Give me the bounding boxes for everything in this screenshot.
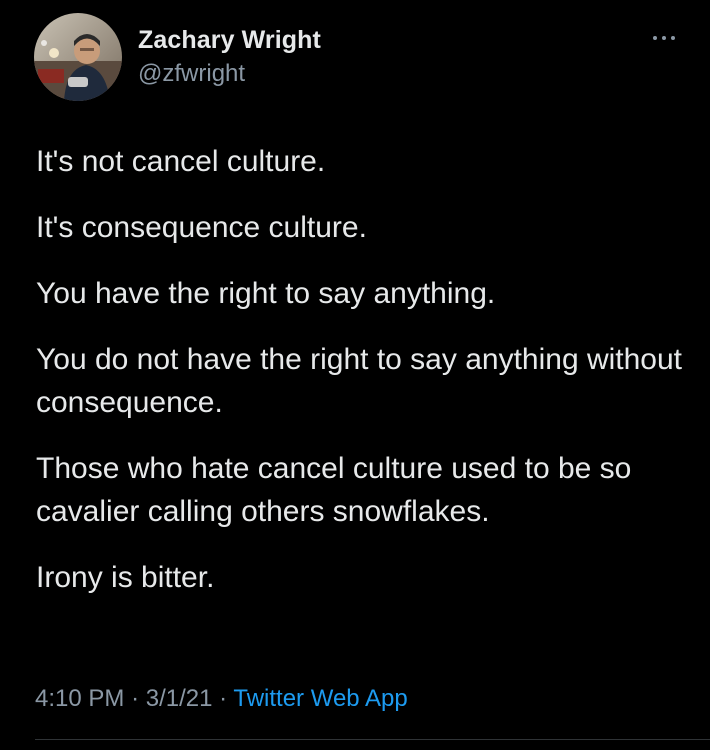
author-display-name[interactable]: Zachary Wright [138,26,321,55]
tweet-paragraph: Irony is bitter. [36,561,215,594]
tweet-paragraph: It's not cancel culture. [36,145,326,178]
tweet-paragraph: It's consequence culture. [36,211,367,244]
avatar-photo [34,13,122,101]
avatar[interactable] [34,13,122,101]
author-handle[interactable]: @zfwright [138,60,245,88]
tweet-source-link[interactable]: Twitter Web App [233,685,407,712]
tweet-meta: 4:10 PM · 3/1/21 · Twitter Web App [35,685,408,713]
more-horizontal-icon[interactable] [650,30,678,46]
divider [35,739,710,740]
meta-separator: · [131,685,140,712]
tweet-paragraph: Those who hate cancel culture used to be… [36,452,632,528]
tweet: Zachary Wright @zfwright It's not cancel… [0,0,710,750]
tweet-paragraph: You have the right to say anything. [36,277,496,310]
tweet-date[interactable]: 3/1/21 [146,685,213,712]
tweet-paragraph: You do not have the right to say anythin… [36,343,683,419]
tweet-time[interactable]: 4:10 PM [35,685,124,712]
meta-separator: · [219,685,228,712]
tweet-text: It's not cancel culture. It's consequenc… [36,140,686,622]
